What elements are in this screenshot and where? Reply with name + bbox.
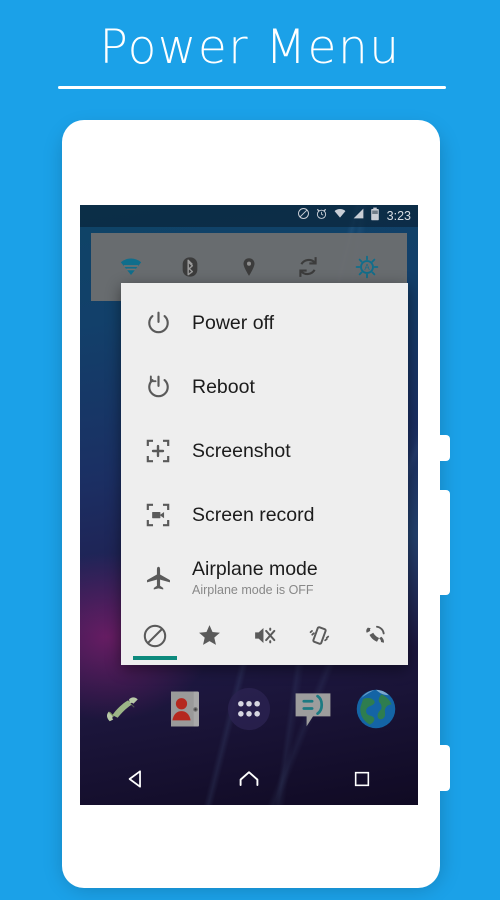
reboot-icon (141, 374, 175, 401)
menu-item-label: Screen record (192, 504, 315, 526)
menu-item-sublabel: Airplane mode is OFF (192, 583, 314, 597)
airplane-icon (141, 565, 175, 592)
sound-mode-tabs (121, 609, 408, 665)
camera-side-button[interactable] (438, 745, 450, 791)
browser-app-icon[interactable] (352, 685, 400, 733)
auto-brightness-toggle[interactable]: A (352, 252, 382, 282)
title-divider (58, 86, 446, 89)
power-icon (141, 310, 175, 337)
vibrate-mode-tab[interactable] (297, 619, 343, 665)
menu-item-screenshot[interactable]: Screenshot (121, 419, 408, 483)
power-menu-dialog: Power off Reboot Screenshot Screen recor… (121, 283, 408, 665)
menu-item-label: Reboot (192, 376, 255, 398)
tab-indicator (298, 655, 342, 659)
silent-mode-tab[interactable] (242, 619, 288, 665)
phone-mockup: 3:23 A Power off Reboot Screenshot Scree… (62, 120, 450, 888)
alarm-icon (315, 207, 328, 225)
power-side-button[interactable] (438, 435, 450, 461)
svg-text:A: A (365, 263, 371, 272)
tab-indicator (353, 655, 397, 659)
page-header: Power Menu (0, 0, 500, 110)
tab-indicator (243, 655, 287, 659)
sync-toggle[interactable] (293, 252, 323, 282)
menu-item-power-off[interactable]: Power off (121, 291, 408, 355)
wifi-icon (333, 207, 347, 225)
ring-mode-tab[interactable] (352, 619, 398, 665)
menu-item-label: Power off (192, 312, 275, 334)
do-not-disturb-icon (297, 207, 310, 225)
screenshot-icon (141, 438, 175, 464)
phone-screen: 3:23 A Power off Reboot Screenshot Scree… (80, 205, 418, 805)
phone-app-icon[interactable] (98, 685, 146, 733)
priority-mode-tab[interactable] (187, 619, 233, 665)
screen-record-icon (141, 502, 175, 528)
messaging-app-icon[interactable] (289, 685, 337, 733)
tab-indicator (188, 655, 232, 659)
contacts-app-icon[interactable] (161, 685, 209, 733)
selected-tab-indicator (132, 656, 177, 660)
signal-icon (352, 207, 365, 225)
page-title: Power Menu (99, 20, 401, 75)
menu-item-label: Airplane mode (192, 558, 318, 580)
wifi-toggle[interactable] (116, 252, 146, 282)
location-toggle[interactable] (234, 252, 264, 282)
menu-item-screen-record[interactable]: Screen record (121, 483, 408, 547)
battery-icon (370, 207, 380, 226)
navigation-bar (80, 753, 418, 805)
app-drawer-icon[interactable] (225, 685, 273, 733)
home-nav-button[interactable] (225, 759, 273, 799)
do-not-disturb-mode-tab[interactable] (132, 619, 178, 665)
status-bar-time: 3:23 (386, 209, 411, 223)
status-bar: 3:23 (80, 205, 418, 227)
menu-item-label: Screenshot (192, 440, 291, 462)
back-nav-button[interactable] (112, 759, 160, 799)
bluetooth-toggle[interactable] (175, 252, 205, 282)
recents-nav-button[interactable] (338, 759, 386, 799)
menu-item-airplane-mode[interactable]: Airplane mode Airplane mode is OFF (121, 547, 408, 609)
app-dock (80, 677, 418, 741)
menu-item-reboot[interactable]: Reboot (121, 355, 408, 419)
volume-side-button[interactable] (438, 490, 450, 595)
